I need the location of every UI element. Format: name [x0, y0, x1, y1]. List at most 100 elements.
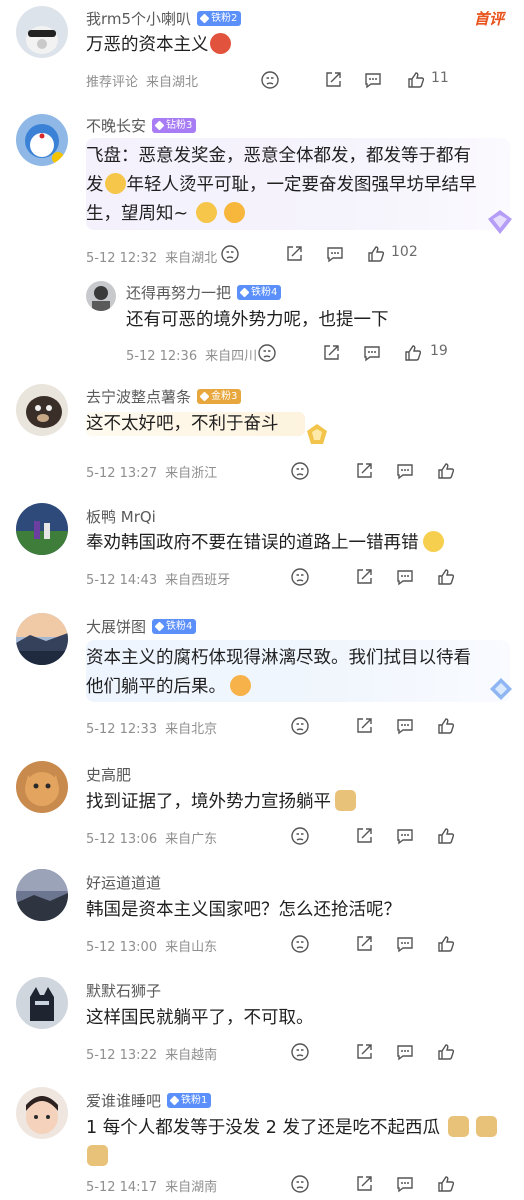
reply-icon[interactable] [394, 715, 416, 737]
share-icon[interactable] [353, 715, 375, 737]
like-icon[interactable] [435, 825, 457, 847]
comment-item: 去宁波整点薯条 金粉3 这不太好吧，不利于奋斗 5-12 13:27 来自浙江 [0, 378, 524, 488]
avatar[interactable] [16, 613, 68, 665]
like-count: 102 [391, 244, 418, 260]
share-icon[interactable] [320, 342, 342, 364]
dislike-icon[interactable] [289, 1041, 311, 1063]
avatar[interactable] [16, 114, 68, 166]
fan-badge: 铁粉1 [167, 1093, 212, 1108]
comment-bubble: 飞盘：恶意发奖金，恶意全体都发，都发等于都有 发 年轻人烫平可耻，一定要奋发图强早… [86, 138, 510, 230]
like-icon[interactable] [435, 460, 457, 482]
comment-bubble: 资本主义的腐朽体现得淋漓尽致。我们拭目以待看 他们躺平的后果。 [86, 640, 510, 702]
diamond-icon [199, 391, 210, 402]
like-icon[interactable] [435, 715, 457, 737]
avatar[interactable] [16, 503, 68, 555]
dislike-icon[interactable] [289, 1173, 311, 1195]
avatar[interactable] [16, 761, 68, 813]
share-icon[interactable] [353, 933, 375, 955]
reply-icon[interactable] [394, 825, 416, 847]
dislike-icon[interactable] [256, 342, 278, 364]
avatar[interactable] [16, 6, 68, 58]
avatar[interactable] [86, 281, 116, 311]
comment-meta: 5-12 13:27 来自浙江 [86, 462, 217, 481]
dislike-icon[interactable] [289, 566, 311, 588]
like-icon[interactable] [435, 933, 457, 955]
reply-icon[interactable] [394, 933, 416, 955]
username[interactable]: 板鸭 MrQi [86, 506, 156, 527]
comment-actions: 19 [258, 342, 524, 364]
timestamp: 5-12 14:43 [86, 573, 158, 588]
dislike-icon[interactable] [289, 715, 311, 737]
avatar[interactable] [16, 977, 68, 1029]
comment-text-line: 年轻人烫平可耻，一定要奋发图强早坊早结早 [126, 175, 477, 195]
username[interactable]: 去宁波整点薯条 [86, 386, 191, 407]
dislike-icon[interactable] [289, 933, 311, 955]
comment-text-line: 生，望周知~ [86, 204, 189, 224]
comment-actions [291, 1041, 524, 1063]
dislike-icon[interactable] [289, 460, 311, 482]
yum-emoji-icon [224, 202, 246, 223]
like-icon[interactable] [435, 1041, 457, 1063]
dislike-icon[interactable] [219, 243, 241, 265]
location: 来自四川 [205, 349, 258, 364]
avatar-image [16, 1087, 68, 1139]
reply-icon[interactable] [394, 1041, 416, 1063]
smile-emoji-icon [422, 531, 444, 552]
share-icon[interactable] [353, 1041, 375, 1063]
location: 来自浙江 [165, 466, 218, 481]
reply-icon[interactable] [394, 1173, 416, 1195]
reply-icon[interactable] [394, 566, 416, 588]
share-icon[interactable] [353, 460, 375, 482]
username[interactable]: 还得再努力一把 [126, 282, 231, 303]
comment-text: 1 每个人都发等于没发 2 发了还是吃不起西瓜 [86, 1118, 440, 1138]
avatar[interactable] [16, 384, 68, 436]
doge-emoji-icon [335, 790, 356, 811]
laugh-emoji-icon [104, 173, 126, 194]
username[interactable]: 大展饼图 [86, 616, 146, 637]
reply-icon[interactable] [361, 342, 383, 364]
fan-badge: 铁粉4 [237, 285, 282, 300]
share-icon[interactable] [283, 243, 305, 265]
doge-emoji-icon [447, 1116, 469, 1137]
comment-item: 我rm5个小喇叭 铁粉2 万恶的资本主义 推荐评论 来自湖北 11 [0, 0, 524, 100]
comment-actions [291, 1173, 524, 1195]
reply-icon[interactable] [362, 69, 384, 91]
comment-item: 默默石狮子 这样国民就躺平了，不可取。 5-12 13:22 来自越南 [0, 974, 524, 1074]
share-icon[interactable] [322, 69, 344, 91]
timestamp: 5-12 12:33 [86, 722, 158, 737]
comment-meta: 5-12 12:32 来自湖北 [86, 247, 217, 266]
dislike-icon[interactable] [289, 825, 311, 847]
username[interactable]: 默默石狮子 [86, 980, 161, 1001]
like-icon[interactable] [435, 566, 457, 588]
username[interactable]: 好运道道道 [86, 872, 161, 893]
share-icon[interactable] [353, 566, 375, 588]
username[interactable]: 我rm5个小喇叭 [86, 8, 191, 29]
reply-icon[interactable] [394, 460, 416, 482]
share-icon[interactable] [353, 825, 375, 847]
username[interactable]: 不晚长安 [86, 115, 146, 136]
dislike-icon[interactable] [259, 69, 281, 91]
avatar[interactable] [16, 869, 68, 921]
share-icon[interactable] [353, 1173, 375, 1195]
like-icon[interactable] [405, 69, 427, 91]
avatar-image [16, 613, 68, 665]
username[interactable]: 史高肥 [86, 764, 131, 785]
like-icon[interactable] [435, 1173, 457, 1195]
like-icon[interactable] [402, 342, 424, 364]
comment-actions: 11 [261, 69, 524, 91]
location: 来自越南 [165, 1048, 218, 1063]
username[interactable]: 爱谁谁睡吧 [86, 1090, 161, 1111]
comment-meta: 5-12 13:22 来自越南 [86, 1044, 217, 1063]
like-icon[interactable] [365, 243, 387, 265]
reply-icon[interactable] [324, 243, 346, 265]
comment-meta: 5-12 14:17 来自湖南 [86, 1176, 217, 1195]
comment-actions: 102 [221, 243, 524, 265]
comment-item: 好运道道道 韩国是资本主义国家吧？怎么还抢活呢？ 5-12 13:00 来自山东 [0, 866, 524, 966]
reply-item: 还得再努力一把 铁粉4 还有可恶的境外势力呢，也提一下 5-12 12:36 来自… [0, 278, 524, 368]
comment-text-line: 发 [86, 175, 104, 195]
comment-actions [291, 715, 524, 737]
comment-text: 这样国民就躺平了，不可取。 [86, 1008, 314, 1028]
comment-item: 大展饼图 铁粉4 资本主义的腐朽体现得淋漓尽致。我们拭目以待看 他们躺平的后果。… [0, 610, 524, 750]
fan-badge: 金粉3 [197, 389, 242, 404]
avatar[interactable] [16, 1087, 68, 1139]
